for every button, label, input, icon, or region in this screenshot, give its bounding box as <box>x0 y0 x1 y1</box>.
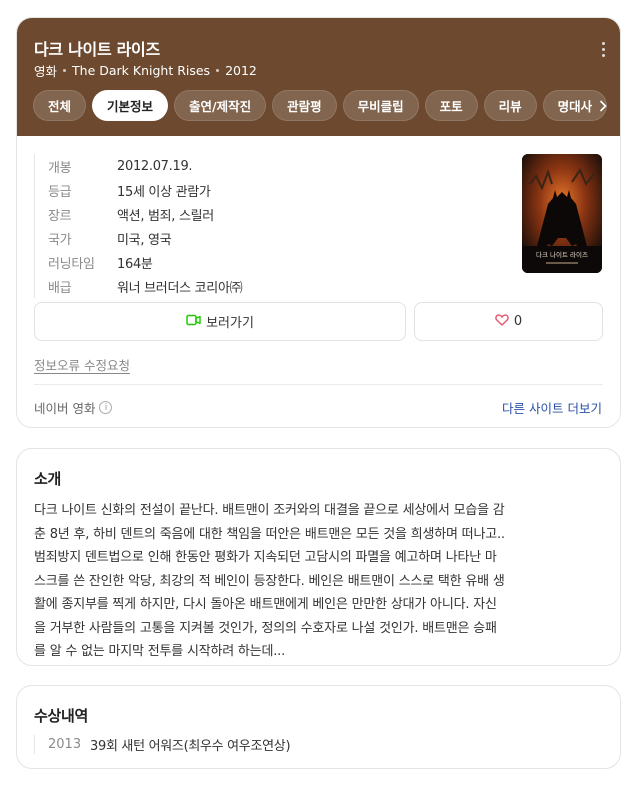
info-icon[interactable]: i <box>99 401 113 414</box>
info-value: 15세 이상 관람가 <box>117 184 211 200</box>
tab-photos[interactable]: 포토 <box>424 90 478 121</box>
movie-subtitle: 영화 The Dark Knight Rises 2012 <box>34 61 257 80</box>
info-value: 액션, 범죄, 스릴러 <box>117 208 214 224</box>
info-row-genre: 장르 액션, 범죄, 스릴러 <box>48 202 242 226</box>
intro-line: 을 거부한 사람들의 고통을 지켜볼 것인가, 정의의 수호자로 나설 것인가.… <box>34 620 497 636</box>
report-error-link[interactable]: 정보오류 수정요청 <box>34 355 130 374</box>
tab-bar: 전체 기본정보 출연/제작진 관람평 무비클립 포토 리뷰 명대사 <box>33 90 608 121</box>
tab-reviews-rating[interactable]: 관람평 <box>272 90 337 121</box>
movie-header: 다크 나이트 라이즈 영화 The Dark Knight Rises 2012… <box>17 18 620 136</box>
info-label: 러닝타임 <box>48 256 95 272</box>
info-label: 등급 <box>48 184 72 200</box>
info-label: 개봉 <box>48 160 72 176</box>
heart-outline-icon <box>495 313 509 330</box>
original-title: The Dark Knight Rises <box>72 63 211 78</box>
intro-line: 스크를 쓴 잔인한 악당, 최강의 적 베인이 등장한다. 베인은 배트맨이 스… <box>34 573 505 589</box>
info-row-distributor: 배급 워너 브러더스 코리아㈜ <box>48 274 243 298</box>
intro-line: 범죄방지 덴트법으로 인해 한동안 평화가 지속되던 고담시의 파멸을 예고하며… <box>34 550 497 565</box>
like-button[interactable]: 0 <box>414 302 603 341</box>
info-row-runtime: 러닝타임 164분 <box>48 250 242 274</box>
chevron-right-icon[interactable] <box>586 90 620 121</box>
watch-button-label: 보러가기 <box>206 316 254 331</box>
info-value: 2012.07.19. <box>117 158 193 174</box>
movie-category: 영화 <box>34 64 58 79</box>
movie-poster[interactable]: 다크 나이트 라이즈 <box>522 154 602 273</box>
info-row-rating: 등급 15세 이상 관람가 <box>48 178 242 202</box>
award-year: 2013 <box>48 737 82 752</box>
info-label: 국가 <box>48 232 72 248</box>
separator-dot <box>63 69 67 72</box>
action-buttons: 보러가기 0 <box>34 302 603 341</box>
source-label: 네이버 영화 i <box>34 398 113 417</box>
intro-line: 춘 8년 후, 하비 덴트의 죽음에 대한 책임을 떠안은 배트맨은 모든 것을… <box>34 526 505 542</box>
tab-basic-info[interactable]: 기본정보 <box>92 90 169 121</box>
info-row-release: 개봉 2012.07.19. <box>48 154 242 178</box>
info-value[interactable]: 워너 브러더스 코리아㈜ <box>117 277 243 296</box>
intro-text: 다크 나이트 신화의 전설이 끝난다. 배트맨이 조커와의 대결을 끝으로 세상… <box>34 499 603 664</box>
separator-dot <box>216 69 220 72</box>
basic-info-panel: 개봉 2012.07.19. 등급 15세 이상 관람가 장르 액션, 범죄, … <box>17 136 620 427</box>
movie-title[interactable]: 다크 나이트 라이즈 <box>34 36 160 60</box>
info-list: 개봉 2012.07.19. 등급 15세 이상 관람가 장르 액션, 범죄, … <box>34 154 243 298</box>
release-year: 2012 <box>225 63 257 78</box>
awards-title: 수상내역 <box>34 707 89 725</box>
tab-all[interactable]: 전체 <box>33 90 87 121</box>
like-count: 0 <box>513 314 523 329</box>
intro-line: 를 알 수 없는 마지막 전투를 시작하려 하는데... <box>34 644 286 659</box>
intro-card: 소개 다크 나이트 신화의 전설이 끝난다. 배트맨이 조커와의 대결을 끝으로… <box>16 448 621 666</box>
movie-info-card: 다크 나이트 라이즈 영화 The Dark Knight Rises 2012… <box>16 17 621 428</box>
source-name: 네이버 영화 <box>34 401 96 416</box>
intro-title: 소개 <box>34 470 62 488</box>
info-label: 장르 <box>48 208 72 224</box>
tab-reviews[interactable]: 리뷰 <box>483 90 537 121</box>
award-name: 39회 새턴 어워즈(최우수 여우조연상) <box>90 739 291 754</box>
info-value: 미국, 영국 <box>117 232 172 248</box>
other-sites-link[interactable]: 다른 사이트 더보기 <box>502 398 602 417</box>
poster-title: 다크 나이트 라이즈 <box>536 250 588 259</box>
intro-line: 다크 나이트 신화의 전설이 끝난다. 배트맨이 조커와의 대결을 끝으로 세상… <box>34 503 505 518</box>
info-row-country: 국가 미국, 영국 <box>48 226 242 250</box>
divider <box>34 384 603 385</box>
watch-button[interactable]: 보러가기 <box>34 302 406 341</box>
award-item: 2013 39회 새턴 어워즈(최우수 여우조연상) <box>34 735 291 754</box>
tab-cast-crew[interactable]: 출연/제작진 <box>174 90 267 121</box>
intro-line: 활에 종지부를 찍게 하지만, 다시 돌아온 배트맨에게 베인은 만만한 상대가… <box>34 597 497 612</box>
play-video-icon <box>186 314 201 330</box>
info-value: 164분 <box>117 256 153 272</box>
more-options-icon[interactable] <box>602 42 606 57</box>
awards-card: 수상내역 2013 39회 새턴 어워즈(최우수 여우조연상) <box>16 685 621 769</box>
tab-movie-clips[interactable]: 무비클립 <box>342 90 419 121</box>
info-label: 배급 <box>48 280 72 296</box>
